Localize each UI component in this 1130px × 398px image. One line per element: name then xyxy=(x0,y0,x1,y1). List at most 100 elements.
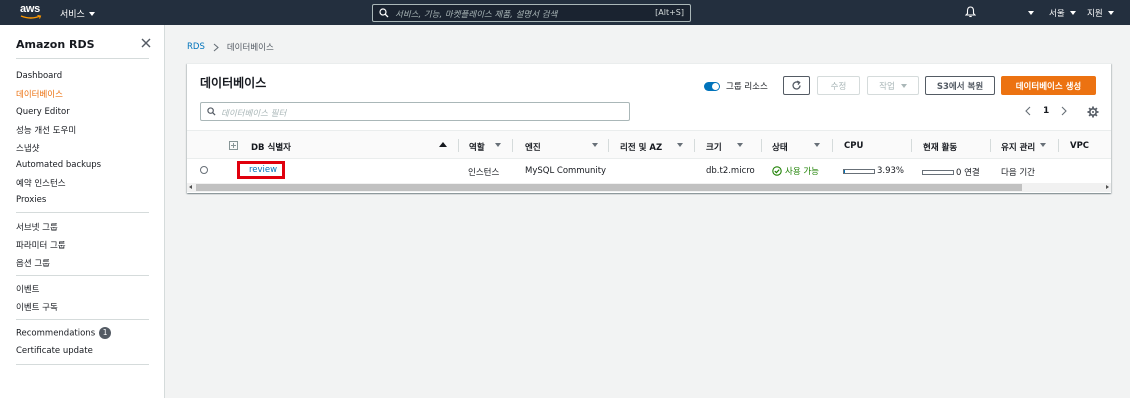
db-identifier-link[interactable]: review xyxy=(237,161,285,179)
sort-icon[interactable] xyxy=(737,143,743,147)
refresh-icon xyxy=(792,80,801,90)
sidebar-divider xyxy=(16,319,149,320)
sort-icon[interactable] xyxy=(677,143,683,147)
page-number[interactable]: 1 xyxy=(1043,106,1049,116)
bell-icon[interactable] xyxy=(965,6,976,18)
create-database-button[interactable]: 데이터베이스 생성 xyxy=(1001,76,1096,95)
column-divider xyxy=(608,139,609,152)
cell-engine: MySQL Community xyxy=(525,166,607,176)
column-header-db-identifier[interactable]: DB 식별자 xyxy=(251,141,291,153)
refresh-button[interactable] xyxy=(783,76,810,95)
table-header: DB 식별자 역할 엔진 리전 및 AZ 크기 상태 CPU 현재 활동 유지 … xyxy=(187,130,1111,159)
modify-button[interactable]: 수정 xyxy=(817,76,860,95)
support-label: 지원 xyxy=(1087,9,1103,19)
support-menu[interactable]: 지원 xyxy=(1087,7,1114,19)
sidebar-item-performance-insights[interactable]: 성능 개선 도우미 xyxy=(16,124,76,136)
services-label: 서비스 xyxy=(60,10,85,20)
database-filter-input[interactable]: 데이터베이스 필터 xyxy=(200,102,630,121)
chevron-down-icon xyxy=(1107,11,1114,15)
aws-logo[interactable]: aws xyxy=(20,4,42,21)
activity-meter: 0 연결 xyxy=(922,166,980,178)
actions-dropdown[interactable]: 작업 xyxy=(867,76,919,95)
breadcrumb: RDS 데이터베이스 xyxy=(187,41,274,53)
check-circle-icon xyxy=(772,166,782,176)
column-header-vpc[interactable]: VPC xyxy=(1070,141,1089,151)
search-shortcut: [Alt+S] xyxy=(655,8,684,17)
sort-icon[interactable] xyxy=(495,143,501,147)
account-menu-chevron-icon[interactable] xyxy=(1028,11,1034,15)
cell-size: db.t2.micro xyxy=(706,166,755,176)
aws-logo-text: aws xyxy=(20,3,40,15)
sidebar-item-databases[interactable]: 데이터베이스 xyxy=(16,88,63,100)
close-icon[interactable] xyxy=(141,38,151,48)
activity-progress-bar xyxy=(922,169,954,175)
sidebar-item-recommendations[interactable]: Recommendations 1 xyxy=(16,327,112,339)
sidebar-item-proxies[interactable]: Proxies xyxy=(16,195,46,205)
scroll-left-arrow-icon[interactable] xyxy=(189,185,192,189)
column-divider xyxy=(761,139,762,152)
group-resources-toggle[interactable]: 그룹 리소스 xyxy=(704,80,768,92)
column-header-current-activity[interactable]: 현재 활동 xyxy=(923,141,957,153)
sidebar-item-certificate-update[interactable]: Certificate update xyxy=(16,346,93,356)
global-search-input[interactable]: 서비스, 기능, 마켓플레이스 제품, 설명서 검색 [Alt+S] xyxy=(372,4,691,22)
sort-ascending-icon[interactable] xyxy=(439,142,447,147)
sidebar-item-parameter-groups[interactable]: 파라미터 그룹 xyxy=(16,239,66,251)
toggle-switch[interactable] xyxy=(704,81,720,91)
scroll-right-arrow-icon[interactable] xyxy=(1106,185,1109,189)
horizontal-scrollbar[interactable] xyxy=(187,183,1111,192)
column-header-role[interactable]: 역할 xyxy=(469,141,485,153)
restore-from-s3-button[interactable]: S3에서 복원 xyxy=(925,76,995,95)
search-icon xyxy=(207,107,216,116)
breadcrumb-rds-link[interactable]: RDS xyxy=(187,42,205,52)
sidebar-item-reserved-instances[interactable]: 예약 인스턴스 xyxy=(16,177,66,189)
region-label: 서울 xyxy=(1049,9,1065,19)
search-placeholder: 서비스, 기능, 마켓플레이스 제품, 설명서 검색 xyxy=(395,10,558,20)
sidebar-item-snapshots[interactable]: 스냅샷 xyxy=(16,142,39,154)
column-header-region-az[interactable]: 리전 및 AZ xyxy=(620,141,662,153)
gear-icon[interactable] xyxy=(1087,106,1099,118)
chevron-left-icon[interactable] xyxy=(1025,106,1031,116)
column-header-size[interactable]: 크기 xyxy=(706,141,722,153)
row-select-radio[interactable] xyxy=(200,166,208,174)
sort-icon[interactable] xyxy=(592,143,598,147)
sidebar-title: Amazon RDS xyxy=(16,38,95,51)
column-header-status[interactable]: 상태 xyxy=(772,141,788,153)
sort-icon[interactable] xyxy=(1040,143,1046,147)
sidebar-divider xyxy=(16,364,149,365)
group-resources-label: 그룹 리소스 xyxy=(726,82,768,92)
region-menu[interactable]: 서울 xyxy=(1049,7,1076,19)
sidebar-item-automated-backups[interactable]: Automated backups xyxy=(16,160,101,170)
sidebar-divider xyxy=(16,58,149,59)
pagination: 1 xyxy=(1025,106,1068,116)
column-header-cpu[interactable]: CPU xyxy=(844,141,863,151)
sidebar-item-event-subscriptions[interactable]: 이벤트 구독 xyxy=(16,301,58,313)
expand-all-icon[interactable] xyxy=(229,141,238,150)
status-badge: 사용 가능 xyxy=(772,165,819,177)
column-divider xyxy=(512,139,513,152)
chevron-right-icon[interactable] xyxy=(1061,106,1068,116)
sidebar-item-dashboard[interactable]: Dashboard xyxy=(16,71,62,81)
chevron-down-icon xyxy=(1069,11,1076,15)
column-divider xyxy=(990,139,991,152)
table-row[interactable]: review 인스턴스 MySQL Community db.t2.micro … xyxy=(187,159,1111,182)
actions-label: 작업 xyxy=(879,81,895,92)
column-divider xyxy=(458,139,459,152)
column-divider xyxy=(1058,139,1059,152)
sidebar-item-option-groups[interactable]: 옵션 그룹 xyxy=(16,257,50,269)
sidebar: Amazon RDS Dashboard 데이터베이스 Query Editor… xyxy=(0,25,165,398)
cpu-progress-bar xyxy=(843,168,875,174)
scrollbar-thumb[interactable] xyxy=(196,184,1022,191)
recommendations-count-badge: 1 xyxy=(99,327,112,339)
column-divider xyxy=(911,139,912,152)
search-icon xyxy=(379,8,389,18)
column-header-maintenance[interactable]: 유지 관리 xyxy=(1001,141,1035,153)
sort-icon[interactable] xyxy=(814,143,820,147)
services-menu[interactable]: 서비스 xyxy=(60,7,95,20)
sidebar-item-subnet-groups[interactable]: 서브넷 그룹 xyxy=(16,221,58,233)
sidebar-item-query-editor[interactable]: Query Editor xyxy=(16,107,70,117)
toggle-knob xyxy=(712,82,719,90)
column-divider xyxy=(832,139,833,152)
column-header-engine[interactable]: 엔진 xyxy=(525,141,541,153)
sidebar-item-events[interactable]: 이벤트 xyxy=(16,283,39,295)
chevron-down-icon xyxy=(88,11,95,16)
